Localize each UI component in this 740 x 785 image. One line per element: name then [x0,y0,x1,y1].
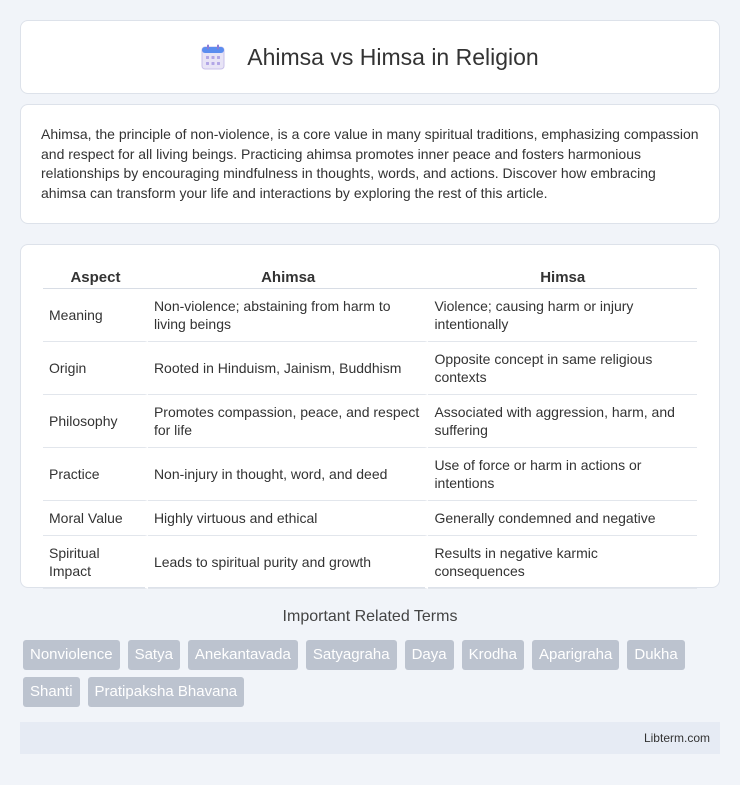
tag-satya[interactable]: Satya [127,640,180,670]
table-row: Meaning Non-violence; abstaining from ha… [43,289,697,342]
row-himsa: Opposite concept in same religious conte… [428,342,697,395]
footer-link[interactable]: Libterm.com [644,731,710,745]
row-aspect: Philosophy [43,395,148,448]
row-ahimsa: Rooted in Hinduism, Jainism, Buddhism [147,342,429,395]
row-ahimsa: Promotes compassion, peace, and respect … [147,395,429,448]
row-aspect: Practice [43,448,148,501]
related-terms-tags: Nonviolence Satya Anekantavada Satyagrah… [23,640,723,707]
header-himsa: Himsa [428,265,697,289]
tag-satyagraha[interactable]: Satyagraha [305,640,397,670]
tag-pratipaksha-bhavana[interactable]: Pratipaksha Bhavana [87,677,245,707]
row-himsa: Associated with aggression, harm, and su… [428,395,697,448]
tag-nonviolence[interactable]: Nonviolence [23,640,120,670]
row-aspect: Origin [43,342,148,395]
intro-text: Ahimsa, the principle of non-violence, i… [41,126,699,201]
tag-daya[interactable]: Daya [404,640,454,670]
comparison-table-card: Aspect Ahimsa Himsa Meaning Non-violence… [20,244,720,589]
header: Ahimsa vs Himsa in Religion [201,43,539,71]
table-row: Philosophy Promotes compassion, peace, a… [43,395,697,448]
header-card: Ahimsa vs Himsa in Religion [20,20,720,94]
tag-shanti[interactable]: Shanti [23,677,80,707]
row-ahimsa: Leads to spiritual purity and growth [147,536,429,589]
tag-krodha[interactable]: Krodha [461,640,524,670]
calendar-icon [201,44,225,70]
table-row: Practice Non-injury in thought, word, an… [43,448,697,501]
table-row: Moral Value Highly virtuous and ethical … [43,501,697,536]
related-terms-title: Important Related Terms [282,608,458,625]
table-row: Origin Rooted in Hinduism, Jainism, Budd… [43,342,697,395]
row-himsa: Use of force or harm in actions or inten… [428,448,697,501]
row-ahimsa: Non-violence; abstaining from harm to li… [147,289,429,342]
page-title: Ahimsa vs Himsa in Religion [247,43,539,70]
row-aspect: Meaning [43,289,148,342]
row-aspect: Spiritual Impact [43,536,148,589]
row-himsa: Violence; causing harm or injury intenti… [428,289,697,342]
intro-card: Ahimsa, the principle of non-violence, i… [20,104,720,224]
tag-anekantavada[interactable]: Anekantavada [187,640,298,670]
row-aspect: Moral Value [43,501,148,536]
row-himsa: Results in negative karmic consequences [428,536,697,589]
row-himsa: Generally condemned and negative [428,501,697,536]
header-ahimsa: Ahimsa [147,265,429,289]
footer: Libterm.com [20,722,720,754]
table-header-row: Aspect Ahimsa Himsa [43,265,697,289]
tag-dukha[interactable]: Dukha [627,640,685,670]
row-ahimsa: Non-injury in thought, word, and deed [147,448,429,501]
comparison-table: Aspect Ahimsa Himsa Meaning Non-violence… [43,265,697,589]
table-row: Spiritual Impact Leads to spiritual puri… [43,536,697,589]
tag-aparigraha[interactable]: Aparigraha [531,640,620,670]
header-aspect: Aspect [43,265,148,289]
row-ahimsa: Highly virtuous and ethical [147,501,429,536]
